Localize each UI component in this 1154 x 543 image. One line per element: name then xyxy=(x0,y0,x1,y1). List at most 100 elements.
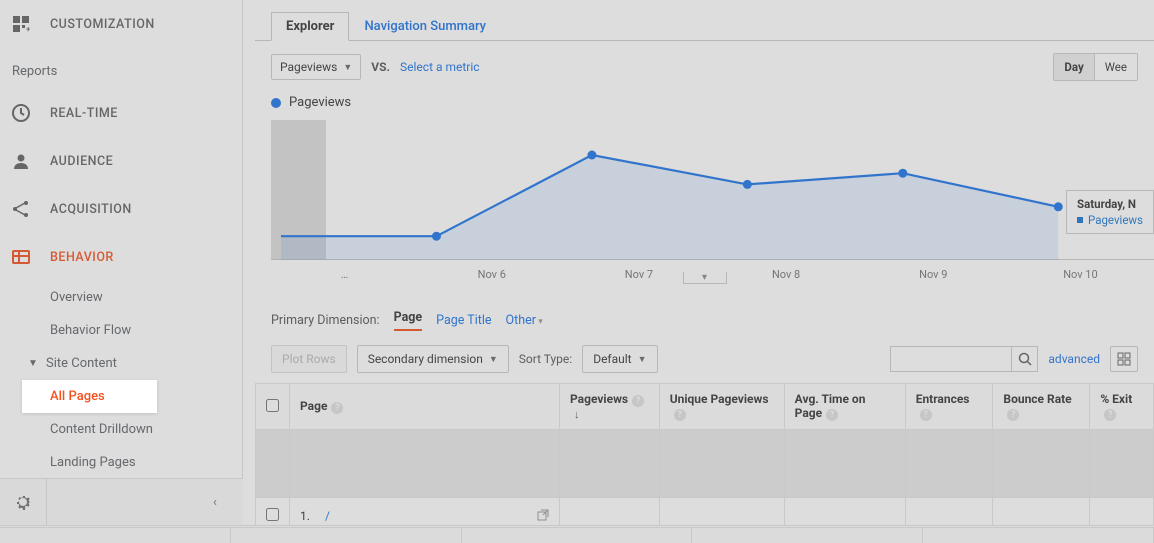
header-exit[interactable]: % Exit? xyxy=(1090,384,1154,430)
tooltip-title: Saturday, N xyxy=(1077,197,1143,211)
timeframe-toggle: Day Wee xyxy=(1053,53,1138,81)
gear-icon xyxy=(13,492,33,512)
secondary-dimension-dropdown[interactable]: Secondary dimension ▼ xyxy=(357,345,509,373)
chart-expand-handle[interactable]: ▾ xyxy=(683,272,727,284)
header-pageviews[interactable]: Pageviews?↓ xyxy=(560,384,660,430)
nav-customization[interactable]: + CUSTOMIZATION xyxy=(0,0,242,48)
sub-content-drilldown[interactable]: Content Drilldown xyxy=(50,413,242,446)
legend-dot-icon xyxy=(271,98,281,108)
nav-behavior[interactable]: BEHAVIOR xyxy=(0,233,242,281)
row-index: 1. xyxy=(300,509,322,523)
chart: …Nov 6Nov 7Nov 8Nov 9Nov 10 xyxy=(271,120,1154,290)
table-summary-row xyxy=(256,430,1154,498)
help-icon: ? xyxy=(1104,409,1116,421)
sub-site-content-label: Site Content xyxy=(46,356,117,371)
header-bounce-rate[interactable]: Bounce Rate? xyxy=(993,384,1090,430)
sidebar: + CUSTOMIZATION Reports REAL-TIME AUDIEN… xyxy=(0,0,243,525)
line-chart xyxy=(271,120,1154,260)
nav-audience[interactable]: AUDIENCE xyxy=(0,137,242,185)
x-axis-label: Nov 10 xyxy=(1007,268,1154,281)
plot-rows-button: Plot Rows xyxy=(271,345,347,373)
clock-icon xyxy=(10,102,32,124)
bottom-strip xyxy=(0,525,1154,543)
metric-dropdown[interactable]: Pageviews ▼ xyxy=(271,54,361,80)
sub-behavior-flow[interactable]: Behavior Flow xyxy=(50,314,242,347)
table-header-row: Page? Pageviews?↓ Unique Pageviews? Avg.… xyxy=(256,384,1154,430)
nav-realtime-label: REAL-TIME xyxy=(50,106,118,121)
sub-all-pages[interactable]: All Pages xyxy=(22,380,157,413)
help-icon: ? xyxy=(632,395,644,407)
x-axis-label: Nov 9 xyxy=(860,268,1007,281)
header-unique-pageviews[interactable]: Unique Pageviews? xyxy=(659,384,784,430)
metric-label: Pageviews xyxy=(280,60,337,74)
sidebar-footer: ‹ xyxy=(0,478,243,525)
timeframe-week[interactable]: Wee xyxy=(1094,54,1137,80)
primary-dimension-row: Primary Dimension: Page Page Title Other xyxy=(255,290,1154,339)
header-entrances[interactable]: Entrances? xyxy=(905,384,993,430)
person-icon xyxy=(10,150,32,172)
dimension-other[interactable]: Other xyxy=(506,313,543,328)
caret-down-icon: ▼ xyxy=(343,62,352,73)
search-icon xyxy=(1018,352,1032,366)
nav-realtime[interactable]: REAL-TIME xyxy=(0,89,242,137)
view-toggle-button[interactable] xyxy=(1110,346,1138,372)
dashboard-icon: + xyxy=(10,13,32,35)
header-avg-time[interactable]: Avg. Time on Page? xyxy=(784,384,905,430)
dimension-page[interactable]: Page xyxy=(394,310,423,331)
x-axis-label: Nov 6 xyxy=(418,268,565,281)
grid-icon xyxy=(1117,352,1131,366)
timeframe-day[interactable]: Day xyxy=(1054,54,1093,80)
chart-tooltip: Saturday, N Pageviews xyxy=(1066,190,1154,234)
legend-label: Pageviews xyxy=(289,95,351,110)
tooltip-metric: Pageviews xyxy=(1088,213,1143,227)
caret-down-icon: ▼ xyxy=(638,354,647,365)
help-icon: ? xyxy=(1007,409,1019,421)
help-icon: ? xyxy=(331,402,343,414)
row-checkbox[interactable] xyxy=(266,508,279,521)
row-page-link[interactable]: / xyxy=(325,509,330,523)
chart-legend: Pageviews xyxy=(255,93,1154,120)
sub-landing-pages[interactable]: Landing Pages xyxy=(50,446,242,479)
nav-customization-label: CUSTOMIZATION xyxy=(50,17,155,32)
data-table: Page? Pageviews?↓ Unique Pageviews? Avg.… xyxy=(255,383,1154,535)
open-link-icon[interactable] xyxy=(537,509,549,524)
help-icon: ? xyxy=(826,409,838,421)
search-input[interactable] xyxy=(891,347,1011,371)
table-search xyxy=(890,346,1038,372)
header-page[interactable]: Page? xyxy=(290,384,560,430)
caret-down-icon: ▼ xyxy=(489,354,498,365)
tab-explorer[interactable]: Explorer xyxy=(271,12,349,41)
help-icon: ? xyxy=(920,409,932,421)
dimension-page-title[interactable]: Page Title xyxy=(436,313,491,328)
sub-site-content[interactable]: ▼ Site Content xyxy=(0,347,242,380)
svg-text:+: + xyxy=(26,25,30,33)
share-icon xyxy=(10,198,32,220)
report-tabs: Explorer Navigation Summary xyxy=(255,0,1154,41)
admin-button[interactable] xyxy=(0,479,47,526)
header-checkbox-cell xyxy=(256,384,290,430)
vs-label: VS. xyxy=(371,60,390,74)
table-toolbar: Plot Rows Secondary dimension ▼ Sort Typ… xyxy=(255,339,1154,383)
behavior-icon xyxy=(10,246,32,268)
reports-heading: Reports xyxy=(0,48,242,89)
select-all-checkbox[interactable] xyxy=(266,399,279,412)
nav-acquisition-label: ACQUISITION xyxy=(50,202,132,217)
collapse-sidebar-button[interactable]: ‹ xyxy=(201,495,229,510)
chart-controls: Pageviews ▼ VS. Select a metric Day Wee xyxy=(255,41,1154,93)
primary-dimension-label: Primary Dimension: xyxy=(271,313,380,328)
advanced-filter-link[interactable]: advanced xyxy=(1048,352,1100,366)
tab-navigation-summary[interactable]: Navigation Summary xyxy=(349,12,501,41)
behavior-submenu: Overview Behavior Flow xyxy=(0,281,242,347)
sort-down-icon: ↓ xyxy=(574,408,580,421)
x-axis-label: Nov 8 xyxy=(713,268,860,281)
nav-audience-label: AUDIENCE xyxy=(50,154,113,169)
chevron-left-icon: ‹ xyxy=(213,495,217,510)
sub-overview[interactable]: Overview xyxy=(50,281,242,314)
nav-acquisition[interactable]: ACQUISITION xyxy=(0,185,242,233)
x-axis-label: … xyxy=(271,268,418,281)
sort-type-dropdown[interactable]: Default ▼ xyxy=(582,345,657,373)
search-button[interactable] xyxy=(1011,347,1037,371)
sort-type-label: Sort Type: xyxy=(519,352,572,366)
main-content: Explorer Navigation Summary Pageviews ▼ … xyxy=(255,0,1154,535)
select-metric-link[interactable]: Select a metric xyxy=(400,60,480,74)
